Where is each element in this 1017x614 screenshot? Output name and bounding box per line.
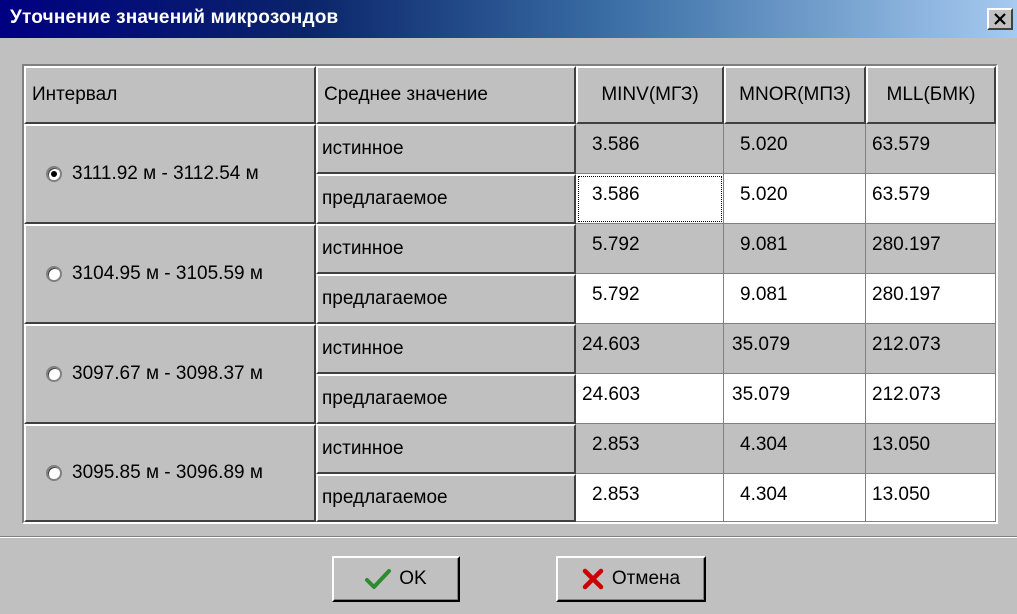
true-mnor-cell: 5.020 [724,124,866,174]
true-mll-cell: 212.073 [866,324,996,374]
proposed-label: предлагаемое [322,487,448,508]
true-label: истинное [322,438,404,459]
header-mll-label: MLL(БМК) [886,84,976,105]
radio-button[interactable] [46,266,62,282]
proposed-label: предлагаемое [322,388,448,409]
row-label-true: истинное [316,124,576,174]
true-label: истинное [322,138,404,159]
true-mll-cell: 13.050 [866,424,996,474]
header-interval-label: Интервал [32,84,118,105]
interval-radio-3[interactable]: 3097.67 м - 3098.37 м [24,324,316,424]
true-mll-cell: 280.197 [866,224,996,274]
ok-label: OK [399,568,427,589]
true-mnor-cell: 9.081 [724,224,866,274]
radio-button[interactable] [46,465,62,481]
proposed-minv-cell[interactable]: 3.586 [576,174,724,224]
header-mean-label: Среднее значение [324,84,488,105]
true-minv-cell: 24.603 [576,324,724,374]
row-label-proposed: предлагаемое [316,274,576,324]
proposed-mnor-cell[interactable]: 5.020 [724,174,866,224]
true-minv-cell: 3.586 [576,124,724,174]
header-mll: MLL(БМК) [866,66,996,124]
radio-button[interactable] [46,366,62,382]
interval-radio-1[interactable]: 3111.92 м - 3112.54 м [24,124,316,224]
cancel-label: Отмена [611,568,681,589]
header-interval: Интервал [24,66,316,124]
true-label: истинное [322,338,404,359]
ok-button[interactable]: OK [332,556,460,602]
proposed-mll-cell[interactable]: 212.073 [866,374,996,424]
row-label-proposed: предлагаемое [316,474,576,522]
header-mean: Среднее значение [316,66,576,124]
proposed-minv-cell[interactable]: 5.792 [576,274,724,324]
proposed-mll-cell[interactable]: 280.197 [866,274,996,324]
proposed-mnor-cell[interactable]: 35.079 [724,374,866,424]
checkmark-icon [365,568,392,590]
row-label-proposed: предлагаемое [316,174,576,224]
close-icon [994,13,1006,25]
dialog-window: Уточнение значений микрозондов Интервал … [0,0,1017,614]
header-mnor-label: MNOR(МПЗ) [739,84,851,105]
true-minv-cell: 2.853 [576,424,724,474]
title-bar[interactable]: Уточнение значений микрозондов [0,0,1017,38]
interval-label: 3111.92 м - 3112.54 м [72,163,259,184]
header-minv: MINV(МГЗ) [576,66,724,124]
interval-label: 3095.85 м - 3096.89 м [72,462,263,483]
interval-radio-2[interactable]: 3104.95 м - 3105.59 м [24,224,316,324]
interval-radio-4[interactable]: 3095.85 м - 3096.89 м [24,424,316,522]
true-mll-cell: 63.579 [866,124,996,174]
close-button[interactable] [987,8,1013,30]
proposed-minv-cell[interactable]: 2.853 [576,474,724,522]
row-label-true: истинное [316,224,576,274]
proposed-mnor-cell[interactable]: 4.304 [724,474,866,522]
row-label-true: истинное [316,424,576,474]
cross-icon [582,568,604,590]
values-grid: Интервал Среднее значение MINV(МГЗ) MNOR… [22,64,998,524]
header-minv-label: MINV(МГЗ) [601,84,699,105]
proposed-mnor-cell[interactable]: 9.081 [724,274,866,324]
proposed-mll-cell[interactable]: 63.579 [866,174,996,224]
true-label: истинное [322,238,404,259]
radio-button[interactable] [46,166,62,182]
true-mnor-cell: 4.304 [724,424,866,474]
header-mnor: MNOR(МПЗ) [724,66,866,124]
row-label-true: истинное [316,324,576,374]
interval-label: 3097.67 м - 3098.37 м [72,363,263,384]
true-minv-cell: 5.792 [576,224,724,274]
proposed-mll-cell[interactable]: 13.050 [866,474,996,522]
interval-label: 3104.95 м - 3105.59 м [72,263,263,284]
proposed-label: предлагаемое [322,188,448,209]
cancel-button[interactable]: Отмена [556,556,706,602]
row-label-proposed: предлагаемое [316,374,576,424]
window-title: Уточнение значений микрозондов [10,7,339,28]
footer-separator [0,536,1017,538]
proposed-label: предлагаемое [322,288,448,309]
proposed-minv-cell[interactable]: 24.603 [576,374,724,424]
true-mnor-cell: 35.079 [724,324,866,374]
